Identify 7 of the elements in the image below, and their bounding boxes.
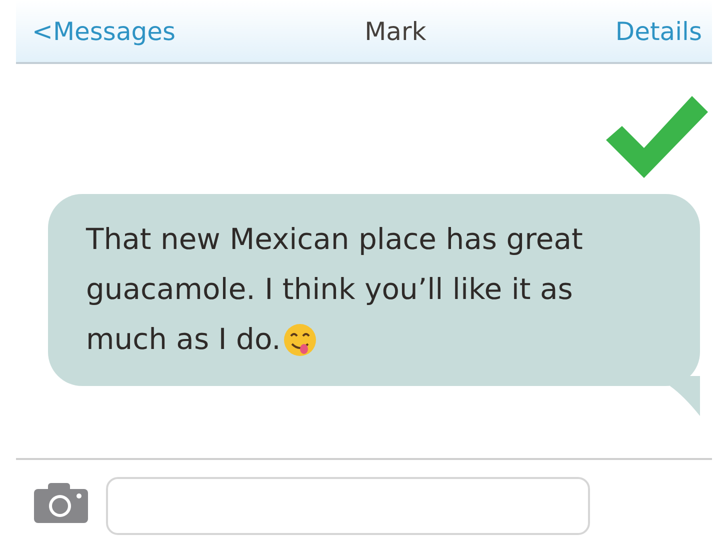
message-text: That new Mexican place has great guacamole. I think you’ll like it as much as I do. xyxy=(86,221,584,359)
checkmark-icon xyxy=(604,94,710,180)
details-link[interactable]: Details xyxy=(615,16,702,46)
conversation-title: Mark xyxy=(364,16,426,46)
camera-icon[interactable] xyxy=(34,483,88,523)
message-input-field[interactable] xyxy=(106,477,590,535)
back-link[interactable]: <Messages xyxy=(32,16,176,46)
